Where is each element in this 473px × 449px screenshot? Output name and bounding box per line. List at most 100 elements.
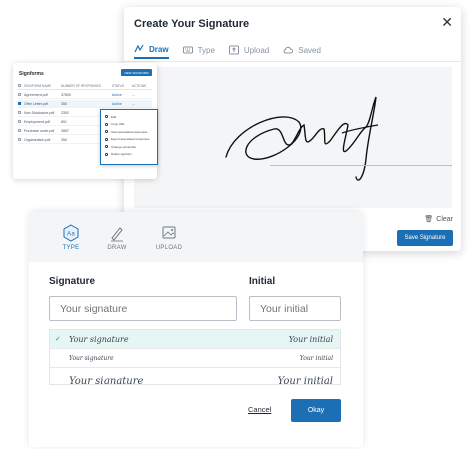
select-all-checkbox[interactable] [18,84,21,87]
row-name: Agreement.pdf [24,92,48,97]
draw-canvas[interactable] [134,67,452,208]
pen-draw-icon [134,44,144,53]
eye-icon [105,130,108,134]
svg-text:Aa: Aa [67,232,75,238]
row-checkbox[interactable] [18,128,21,132]
initial-input[interactable] [249,296,341,321]
signature-preview: Your signature [69,376,144,385]
menu-item-export-responses[interactable]: Export associated responses [101,136,157,144]
initial-preview: Your initial [288,335,333,344]
signature-style-list: ✓ Your signature Your initial Your signa… [49,329,341,385]
signature-style-option[interactable]: ✓ Your signature Your initial [50,330,340,349]
row-actions[interactable]: ... [132,93,150,97]
column-header: SIGNFORM NAME [24,84,52,88]
initial-label: Initial [249,276,276,287]
row-checkbox[interactable] [18,101,21,105]
menu-item-label: Delete signform [111,152,133,157]
tab-upload[interactable]: Upload [228,41,270,59]
menu-item-copy-url[interactable]: Copy URL [101,121,157,129]
signature-baseline [270,165,452,166]
okay-button[interactable]: Okay [291,399,341,422]
signature-preview: Your signature [69,355,114,362]
tab-saved-label: Saved [298,45,321,55]
tabs-divider [124,61,461,62]
save-signature-button[interactable]: Save Signature [397,230,453,246]
column-header: STATUS [112,84,125,88]
tab-type[interactable]: Aa TYPE [51,224,91,251]
tab-upload[interactable]: UPLOAD [149,224,189,251]
row-checkbox[interactable] [18,119,21,123]
initial-preview: Your initial [299,355,333,362]
close-icon[interactable]: ✕ [441,15,453,29]
tab-draw-label: DRAW [107,245,127,251]
trash-icon: 🗑 [424,216,434,223]
text-aa-icon: Aa [63,224,79,242]
menu-item-label: Edit [111,114,117,119]
row-actions[interactable]: ... [132,102,150,106]
export-icon [105,137,108,141]
tab-type[interactable]: Type [182,41,215,59]
user-icon [105,145,108,149]
row-name: Purchase order.pdf [24,128,55,133]
row-actions-menu: Edit Copy URL View associated responses … [100,109,158,165]
check-icon: ✓ [55,335,61,343]
menu-item-view-responses[interactable]: View associated responses [101,128,157,136]
row-checkbox[interactable] [18,110,21,114]
menu-item-label: View associated responses [111,129,148,134]
menu-item-delete[interactable]: Delete signform [101,151,157,159]
row-name: Organization.pdf [24,137,51,142]
panel-tabbar: Aa TYPE DRAW UPLOAD [29,212,363,262]
tab-upload-label: Upload [243,45,270,55]
menu-item-change-ownership[interactable]: Change ownership [101,143,157,151]
type-signature-panel: Aa TYPE DRAW UPLOAD Signature Initial ✓ … [29,212,363,447]
pen-icon [111,227,123,242]
menu-item-label: Change ownership [111,144,137,149]
row-name: Non Disclosure.pdf [24,110,55,115]
signature-input[interactable] [49,296,237,321]
signforms-card: Signforms NEW SIGNFORM SIGNFORM NAME NUM… [13,63,158,179]
row-name: Employment.pdf [24,119,50,124]
keyboard-icon [182,46,193,54]
tab-upload-label: UPLOAD [155,245,183,251]
table-header: SIGNFORM NAME NUMBER OF RESPONSES STATUS… [18,83,152,90]
tab-draw[interactable]: Draw [134,41,169,59]
initial-preview: Your initial [277,376,333,385]
row-status: Active [112,92,122,97]
clear-button[interactable]: 🗑 Clear [424,215,453,224]
tab-draw[interactable]: DRAW [97,224,137,251]
row-checkbox[interactable] [18,92,21,96]
column-header: ACTIONS [132,84,147,88]
row-checkbox[interactable] [18,137,21,141]
cancel-button[interactable]: Cancel [248,405,271,414]
menu-item-edit[interactable]: Edit [101,113,157,121]
tab-type-label: Type [197,45,215,55]
tab-type-label: TYPE [62,245,80,251]
tab-saved[interactable]: Saved [283,41,321,59]
row-responses: 37800 [61,92,71,97]
link-icon [105,122,108,126]
dialog-title: Create Your Signature [134,18,250,30]
image-icon [162,226,176,239]
signature-preview: Your signature [69,335,129,344]
signature-style-option[interactable]: Your signature Your initial [50,349,340,368]
upload-icon [228,45,239,55]
cloud-icon [283,46,294,54]
menu-item-label: Copy URL [111,122,125,127]
drawn-signature [225,96,379,181]
new-signform-button[interactable]: NEW SIGNFORM [121,69,152,76]
signature-style-option[interactable]: Your signature Your initial [50,368,340,385]
tab-draw-label: Draw [149,44,169,54]
table-row[interactable]: Agreement.pdf 37800 Active ... [18,91,152,99]
signforms-title: Signforms [19,71,44,77]
signature-label: Signature [49,276,96,287]
row-responses: 350 [61,101,67,106]
menu-item-label: Export associated responses [111,137,150,142]
row-name: Offer Letter.pdf [24,101,48,106]
column-header: NUMBER OF RESPONSES [61,84,101,88]
pencil-icon [105,115,108,119]
trash-icon [105,152,108,156]
signature-tabs: Draw Type Upload Saved [134,41,335,59]
clear-label: Clear [436,215,453,223]
row-status: Active [112,101,122,106]
table-row[interactable]: Offer Letter.pdf 350 Active ... [18,100,152,108]
